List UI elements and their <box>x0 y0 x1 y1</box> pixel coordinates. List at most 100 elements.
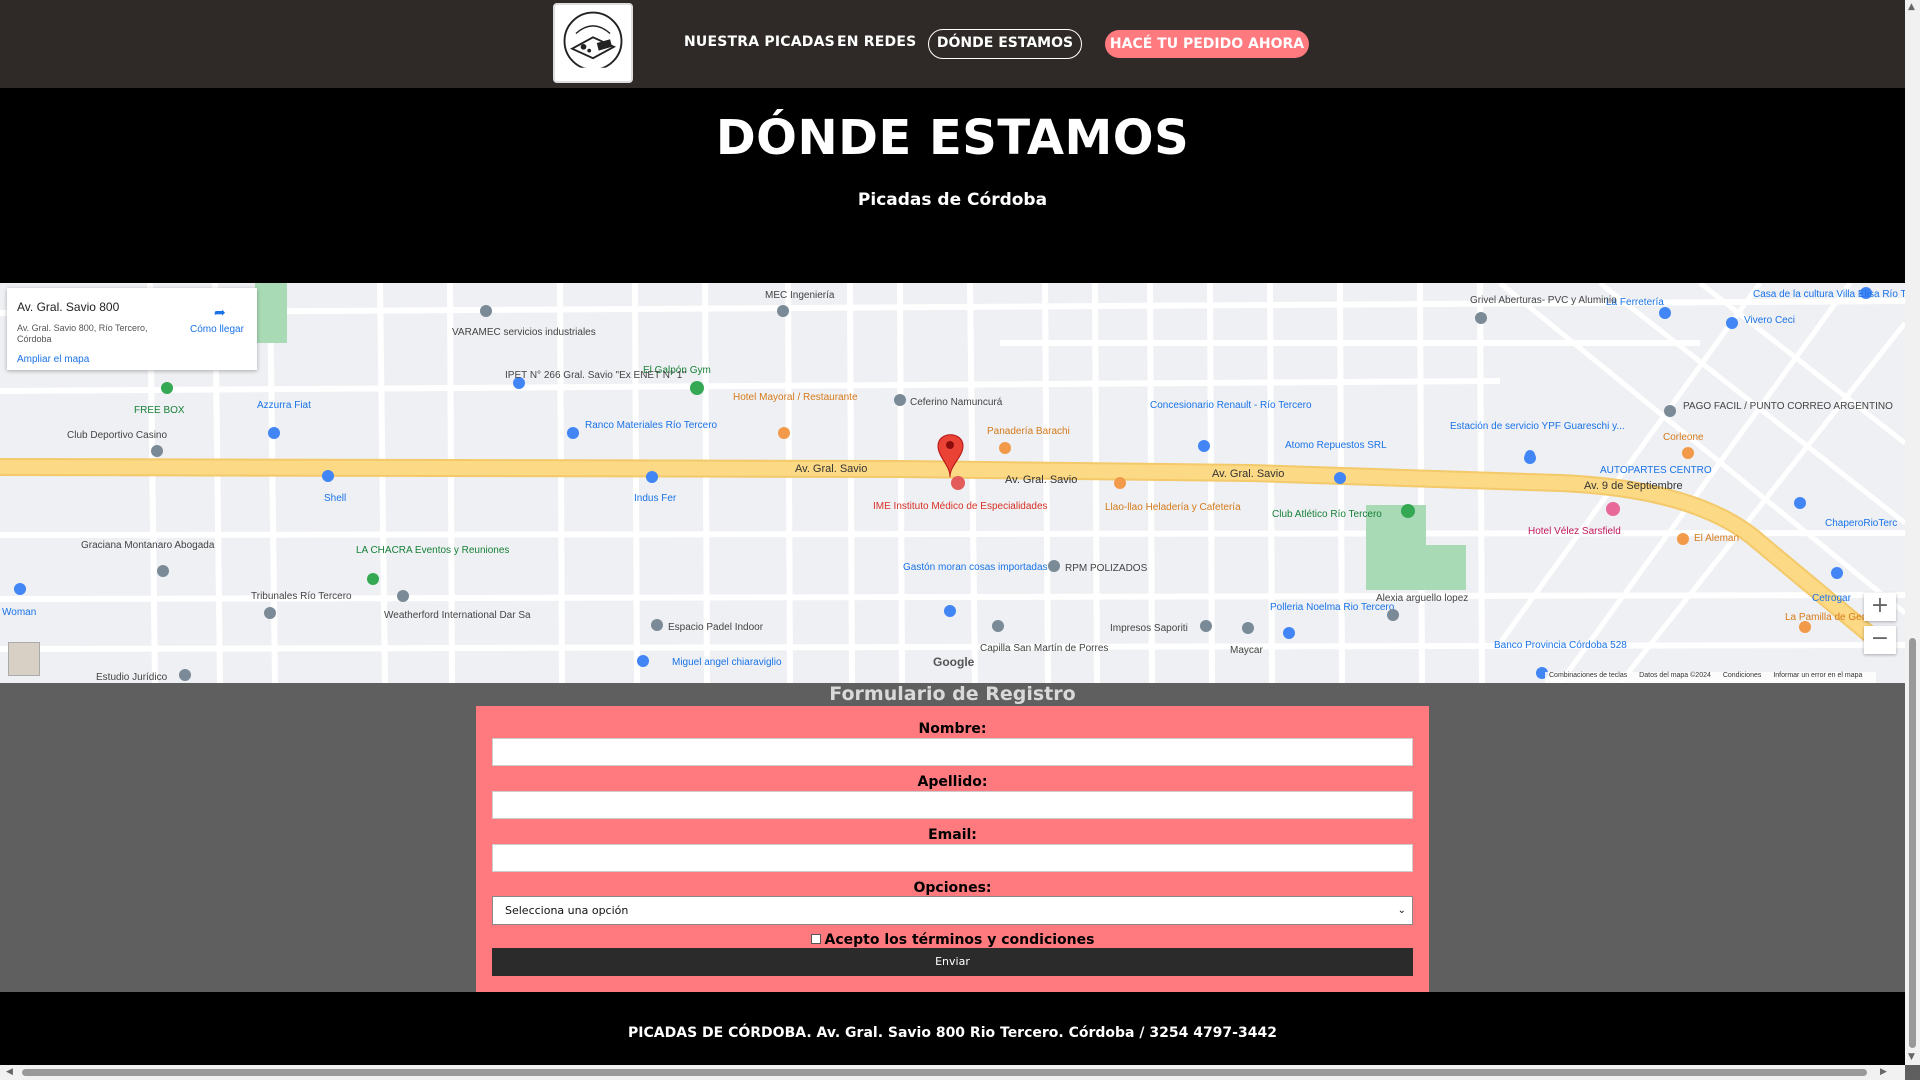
map-label-place-7[interactable]: Ranco Materiales Río Tercero <box>585 420 718 431</box>
enlarge-map-link[interactable]: Ampliar el mapa <box>17 354 89 365</box>
map-info-card: Av. Gral. Savio 800 Av. Gral. Savio 800,… <box>7 288 257 370</box>
map-label-place-12[interactable]: AUTOPARTES CENTRO <box>1600 465 1712 476</box>
map-label-place-26[interactable]: Capilla San Martín de Porres <box>980 643 1108 654</box>
map-label-place-27[interactable]: Impresos Saporiti <box>1110 623 1188 634</box>
zoom-out-button[interactable]: − <box>1864 626 1896 654</box>
map-canvas[interactable]: Av. Gral. Savio Av. Gral. Savio Av. Gral… <box>0 283 1905 683</box>
map-label-place-17[interactable]: Gastón moran cosas importadas <box>903 562 1048 573</box>
name-input[interactable] <box>492 738 1413 766</box>
map-label-place-41[interactable]: Maycar <box>1230 645 1263 656</box>
map-label-place-23[interactable]: Graciana Montanaro Abogada <box>81 540 215 551</box>
options-select-value: Selecciona una opción <box>505 904 629 917</box>
footer-text: PICADAS DE CÓRDOBA. Av. Gral. Savio 800 … <box>628 1025 1277 1041</box>
map-label-street-1[interactable]: Av. Gral. Savio <box>795 463 867 475</box>
street-view-pegman-icon[interactable] <box>8 642 40 676</box>
name-label: Nombre: <box>918 721 987 737</box>
chevron-down-icon: ⌄ <box>1397 905 1406 916</box>
options-select[interactable]: Selecciona una opción ⌄ <box>492 896 1413 925</box>
vertical-scroll-thumb[interactable] <box>1909 638 1916 1048</box>
map-label-place-31[interactable]: Vivero Ceci <box>1744 315 1795 326</box>
map-label-place-19[interactable]: Alexia arguello lopez <box>1376 593 1468 604</box>
scroll-left-icon[interactable]: ◀ <box>6 1067 13 1077</box>
email-input[interactable] <box>492 844 1413 872</box>
google-logo: Google <box>933 655 975 669</box>
order-now-button[interactable]: HACÉ TU PEDIDO AHORA <box>1105 30 1309 58</box>
map-label-place-29[interactable]: VARAMEC servicios industriales <box>452 327 596 338</box>
lastname-label: Apellido: <box>917 774 988 790</box>
page-title: DÓNDE ESTAMOS <box>715 110 1190 166</box>
map-label-place-42[interactable]: Estudio Jurídico <box>96 672 168 683</box>
map-label-place-8[interactable]: Club Deportivo Casino <box>67 430 167 441</box>
map-data-text: Datos del mapa ©2024 <box>1639 672 1711 679</box>
map-label-place-46[interactable]: Casa de la cultura Villa Elisa Río Terce… <box>1753 289 1905 300</box>
map-label-place-10[interactable]: Ceferino Namuncurá <box>910 397 1003 408</box>
map-label-place-1[interactable]: IME Instituto Médico de Especialidades <box>873 501 1048 512</box>
lastname-input[interactable] <box>492 791 1413 819</box>
map-label-street-3[interactable]: Av. Gral. Savio <box>1212 468 1284 480</box>
map-label-place-24[interactable]: Tribunales Río Tercero <box>251 591 352 602</box>
map-label-place-14[interactable]: LA CHACRA Eventos y Reuniones <box>356 545 509 556</box>
registration-form: Nombre: Apellido: Email: Opciones: Selec… <box>476 706 1429 992</box>
map-label-place-2[interactable]: Hotel Mayoral / Restaurante <box>733 392 858 403</box>
email-label: Email: <box>928 827 977 843</box>
footer: PICADAS DE CÓRDOBA. Av. Gral. Savio 800 … <box>0 992 1905 1065</box>
terms-label[interactable]: Acepto los términos y condiciones <box>825 932 1095 948</box>
terms-checkbox[interactable] <box>810 933 821 944</box>
map-label-place-16[interactable]: Llao-llao Heladería y Cafetería <box>1105 502 1241 513</box>
map-label-place-15[interactable]: Espacio Padel Indoor <box>668 622 764 633</box>
page-subtitle: Picadas de Córdoba <box>857 190 1048 210</box>
scroll-down-icon[interactable]: ▼ <box>1908 1052 1915 1062</box>
nav-link-donde-estamos[interactable]: DÓNDE ESTAMOS <box>928 29 1082 59</box>
map-label-place-20[interactable]: Shell <box>324 493 346 504</box>
map-label-place-44[interactable]: ChaperoRioTerc <box>1825 518 1897 529</box>
nav-link-redes[interactable]: EN REDES <box>837 34 916 50</box>
map-label-place-3[interactable]: Panadería Barachi <box>987 426 1070 437</box>
map-label-place-39[interactable]: IPET N° 266 Gral. Savio "Ex ENET N° 1" <box>505 370 686 381</box>
map-label-place-47[interactable]: Woman <box>2 607 36 618</box>
map-label-place-38[interactable]: Miguel angel chiaraviglio <box>672 657 782 668</box>
map-attribution: Combinaciones de teclas Datos del mapa ©… <box>1545 672 1877 683</box>
map-label-place-13[interactable]: Concesionario Renault - Río Tercero <box>1150 400 1312 411</box>
map-label-place-40[interactable]: Azzurra Fiat <box>257 400 311 411</box>
form-title: Formulario de Registro <box>829 683 1076 705</box>
map-label-place-35[interactable]: Grivel Aberturas- PVC y Aluminio <box>1470 295 1617 306</box>
terms-row: Acepto los términos y condiciones <box>476 932 1429 948</box>
directions-link[interactable]: Cómo llegar <box>190 324 244 335</box>
map-label-place-33[interactable]: Banco Provincia Córdoba 528 <box>1494 640 1627 651</box>
map-label-street-4[interactable]: Av. 9 de Septiembre <box>1584 480 1683 492</box>
map-label-place-21[interactable]: FREE BOX <box>134 405 185 416</box>
horizontal-scroll-thumb[interactable] <box>22 1069 1867 1076</box>
map-label-place-32[interactable]: El Aleman <box>1694 533 1739 544</box>
horizontal-scrollbar[interactable]: ◀ ▶ <box>0 1065 1905 1080</box>
map-label-place-4[interactable]: Club Atlético Río Tercero <box>1272 509 1382 520</box>
vertical-scrollbar[interactable]: ▲ ▼ <box>1905 0 1920 1065</box>
map-card-address: Av. Gral. Savio 800, Río Tercero, Córdob… <box>17 323 148 344</box>
keyboard-shortcuts-link[interactable]: Combinaciones de teclas <box>1549 672 1627 679</box>
map-label-place-22[interactable]: Indus Fer <box>634 493 677 504</box>
map-label-place-11[interactable]: Atomo Repuestos SRL <box>1285 440 1387 451</box>
terms-link[interactable]: Condiciones <box>1723 672 1762 679</box>
scroll-right-icon[interactable]: ▶ <box>1880 1067 1887 1077</box>
map-label-place-9[interactable]: RPM POLIZADOS <box>1065 563 1148 574</box>
map-label-place-5[interactable]: Hotel Vélez Sarsfield <box>1528 526 1621 537</box>
page: NUESTRA PICADAS EN REDES DÓNDE ESTAMOS H… <box>0 0 1905 1065</box>
nav-link-picadas[interactable]: NUESTRA PICADAS <box>684 34 835 50</box>
zoom-in-button[interactable]: + <box>1864 593 1896 621</box>
directions-icon[interactable]: ➦ <box>214 304 230 320</box>
brand-logo[interactable] <box>553 3 633 83</box>
top-navigation: NUESTRA PICADAS EN REDES DÓNDE ESTAMOS H… <box>0 0 1905 88</box>
embedded-map[interactable]: Av. Gral. Savio Av. Gral. Savio Av. Gral… <box>0 283 1905 683</box>
submit-button[interactable]: Enviar <box>492 948 1413 976</box>
map-label-place-43[interactable]: La Pamilla de Geraí <box>1785 612 1874 623</box>
map-card-title: Av. Gral. Savio 800 <box>17 300 120 314</box>
map-label-place-45[interactable]: Cetrogar <box>1812 593 1852 604</box>
map-label-street-2[interactable]: Av. Gral. Savio <box>1005 474 1077 486</box>
report-error-link[interactable]: Informar un error en el mapa <box>1773 672 1862 679</box>
hero-section: DÓNDE ESTAMOS Picadas de Córdoba <box>0 88 1905 283</box>
map-label-place-36[interactable]: Estación de servicio YPF Guareschi y... <box>1450 421 1625 432</box>
map-label-place-30[interactable]: PAGO FACIL / PUNTO CORREO ARGENTINO <box>1683 401 1893 412</box>
map-label-place-28[interactable]: MEC Ingeniería <box>765 290 835 301</box>
map-label-place-25[interactable]: Weatherford International Dar Sa <box>384 610 531 621</box>
map-label-place-37[interactable]: Corleone <box>1663 432 1704 443</box>
scroll-up-icon[interactable]: ▲ <box>1908 2 1915 12</box>
